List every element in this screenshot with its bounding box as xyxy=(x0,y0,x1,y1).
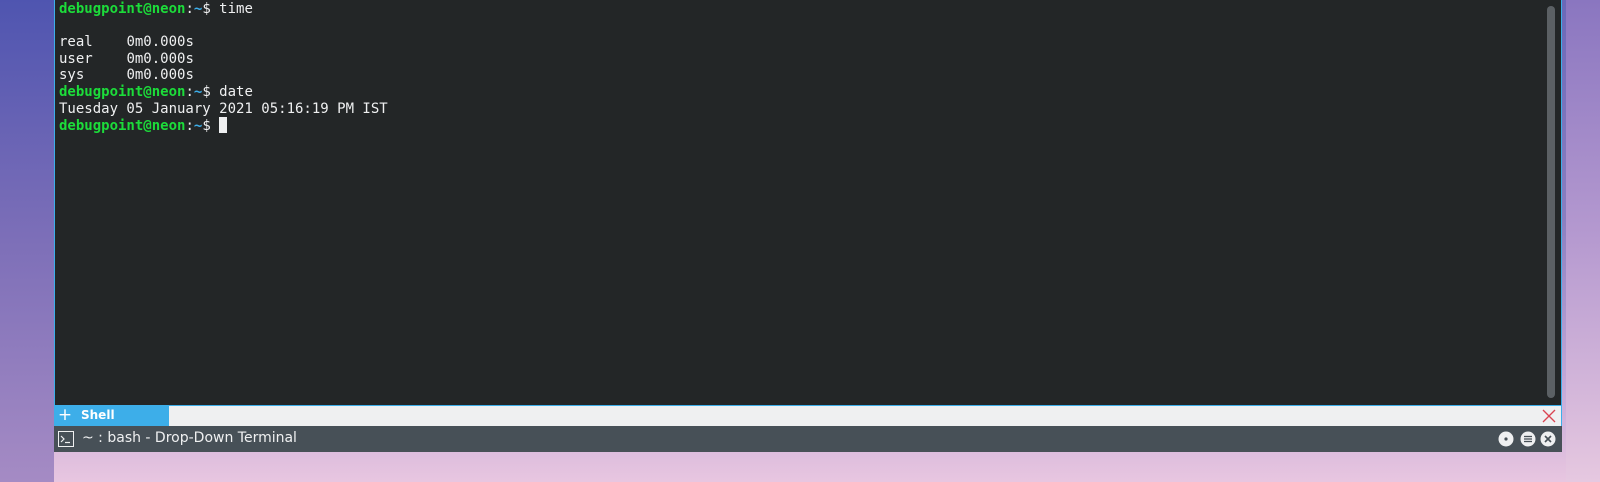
desktop-wallpaper-left xyxy=(0,0,54,482)
prompt-user: debugpoint@neon xyxy=(59,118,186,135)
command-text: date xyxy=(219,83,253,100)
prompt-user: debugpoint@neon xyxy=(59,1,186,17)
close-icon[interactable] xyxy=(1540,431,1556,447)
terminal-prompt-line: debugpoint@neon:~$ date xyxy=(59,84,388,101)
configure-icon[interactable] xyxy=(1498,431,1514,447)
terminal-output-line: sys 0m0.000s xyxy=(59,67,388,84)
terminal-scrollbar[interactable] xyxy=(1547,6,1555,398)
output-text: Tuesday 05 January 2021 05:16:19 PM IST xyxy=(59,100,388,117)
menu-icon[interactable] xyxy=(1520,431,1536,447)
yakuake-window: debugpoint@neon:~$ time real 0m0.000s user… xyxy=(54,0,1564,452)
prompt-colon: : xyxy=(185,118,194,135)
terminal-icon xyxy=(58,431,74,447)
desktop-wallpaper-right xyxy=(1566,0,1600,482)
prompt-colon: : xyxy=(185,83,194,100)
terminal-view[interactable]: debugpoint@neon:~$ time real 0m0.000s user… xyxy=(54,0,1562,406)
output-text: sys 0m0.000s xyxy=(59,67,194,84)
terminal-output-line: Tuesday 05 January 2021 05:16:19 PM IST xyxy=(59,101,388,118)
tab-bar: + Shell xyxy=(54,406,1562,426)
command-text: time xyxy=(219,1,253,17)
new-tab-button[interactable]: + xyxy=(55,406,75,426)
close-x-icon[interactable] xyxy=(1541,408,1557,424)
output-text: real 0m0.000s xyxy=(59,34,194,51)
prompt-colon: : xyxy=(185,1,194,17)
terminal-output-line: user 0m0.000s xyxy=(59,51,388,68)
tab-label: Shell xyxy=(81,408,115,422)
terminal-output-line: real 0m0.000s xyxy=(59,34,388,51)
prompt-user: debugpoint@neon xyxy=(59,83,186,100)
terminal-prompt-line: debugpoint@neon:~$ time xyxy=(59,1,388,18)
terminal-output-line xyxy=(59,18,388,35)
terminal-prompt-line: debugpoint@neon:~$ xyxy=(59,117,388,134)
text-cursor xyxy=(219,117,228,134)
prompt-symbol: $ xyxy=(202,83,220,100)
tab-shell[interactable]: Shell xyxy=(75,406,169,426)
prompt-symbol: $ xyxy=(202,118,220,135)
title-bar: ~ : bash - Drop-Down Terminal xyxy=(54,426,1562,452)
prompt-symbol: $ xyxy=(202,1,220,17)
window-title: ~ : bash - Drop-Down Terminal xyxy=(82,430,297,446)
terminal-output[interactable]: debugpoint@neon:~$ time real 0m0.000s user… xyxy=(59,1,388,134)
output-text: user 0m0.000s xyxy=(59,50,194,67)
scrollbar-thumb[interactable] xyxy=(1547,6,1555,398)
